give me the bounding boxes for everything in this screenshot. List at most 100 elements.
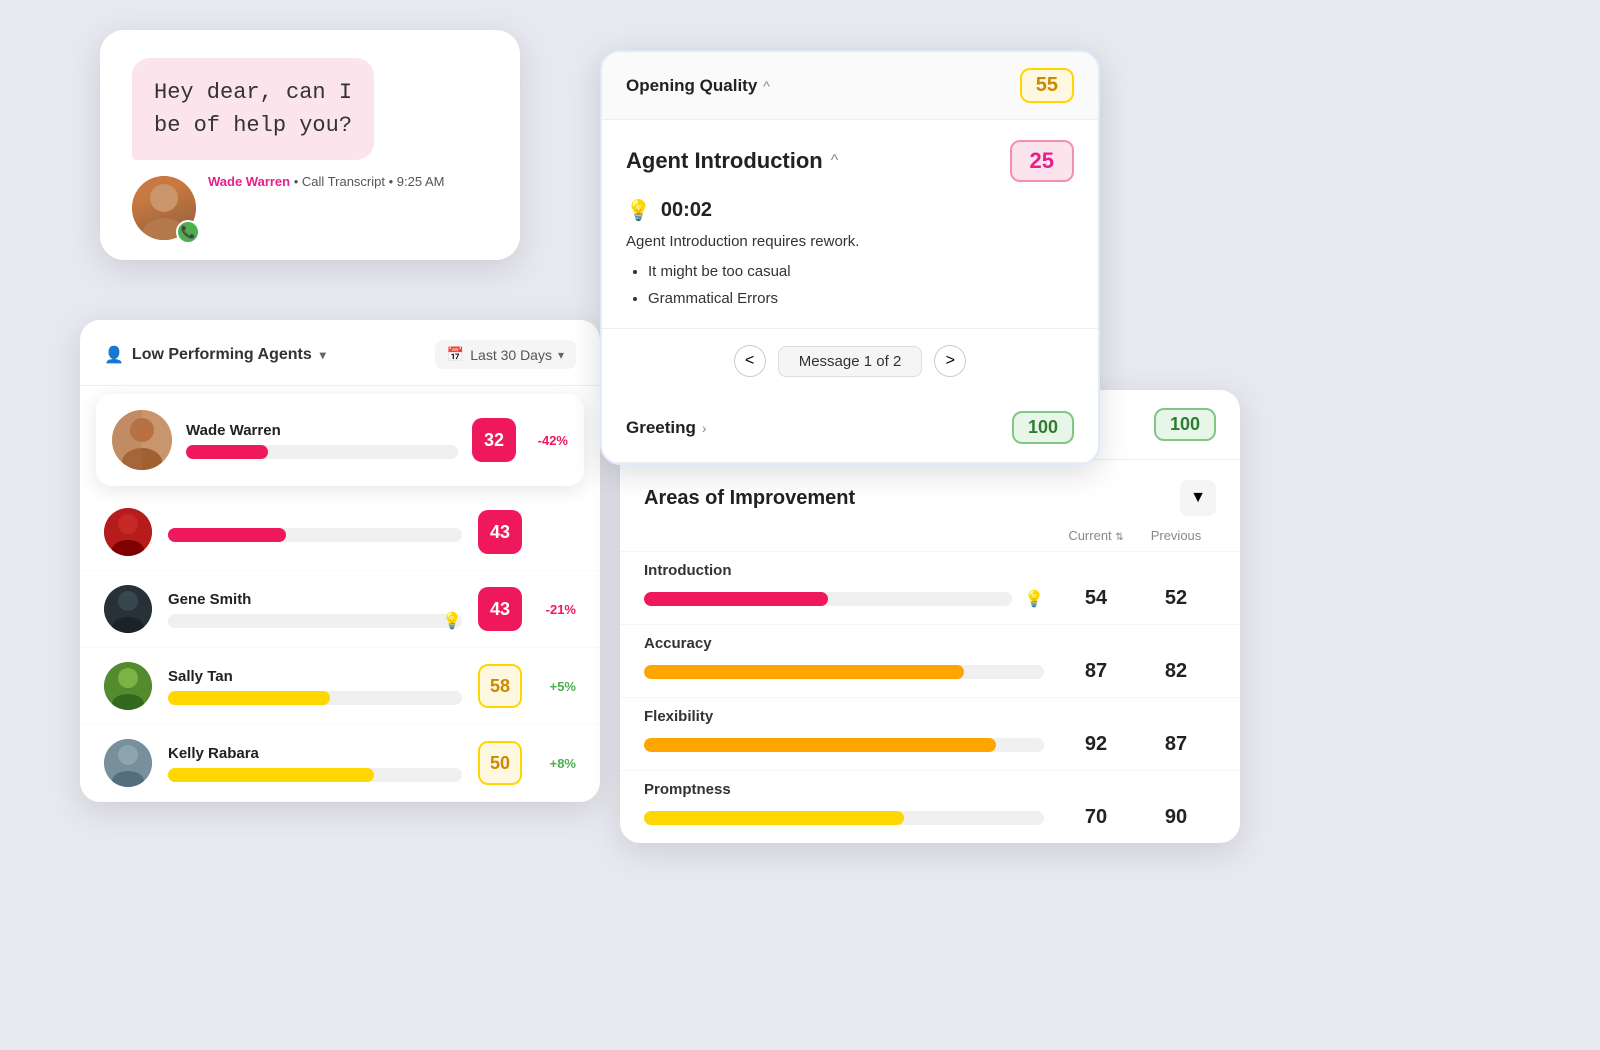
promptness-previous: 90 (1136, 806, 1216, 829)
promptness-current: 70 (1056, 806, 1136, 829)
promptness-values: 70 90 (1056, 806, 1216, 829)
promptness-bar-wrap (644, 811, 1044, 825)
intro-chevron-up[interactable]: ^ (831, 152, 839, 170)
intro-header: Agent Introduction ^ 25 (602, 120, 1098, 182)
intro-timestamp: 00:02 (661, 199, 712, 222)
accuracy-previous: 82 (1136, 660, 1216, 683)
chat-bubble-card: Hey dear, can I be of help you? 📞 Wade W… (100, 30, 520, 260)
rework-text: Agent Introduction requires rework. (626, 233, 1074, 250)
chat-bubble: Hey dear, can I be of help you? (132, 58, 374, 160)
transcript-label[interactable]: Call Transcript (302, 174, 385, 189)
chat-time: 9:25 AM (397, 174, 445, 189)
issue-item-1: It might be too casual (648, 258, 1074, 285)
col-headers: Current ⇅ Previous (620, 528, 1240, 551)
gene-score-badge: 43 (478, 587, 522, 631)
metric-bar-promptness: 70 90 (644, 806, 1216, 829)
nav-prev-button[interactable]: < (734, 345, 766, 377)
accuracy-bar-fill (644, 665, 964, 679)
calendar-icon: 📅 (447, 346, 464, 363)
areas-title: Areas of Improvement (644, 487, 855, 510)
intro-bar-wrap (644, 592, 1012, 606)
agent-name-link[interactable]: Wade Warren (208, 174, 290, 189)
agent-row-sally: Sally Tan 58 +5% (80, 648, 600, 725)
filter-icon: ▼ (1190, 489, 1206, 507)
metric-bar-flexibility: 92 87 (644, 733, 1216, 756)
intro-score: 25 (1010, 140, 1074, 182)
greeting-score: 100 (1012, 411, 1074, 444)
metric-name-introduction: Introduction (644, 562, 1216, 579)
wade-info: Wade Warren (186, 422, 458, 459)
col-current-label: Current (1068, 528, 1111, 543)
opening-quality-score: 55 (1020, 68, 1074, 103)
intro-current: 54 (1056, 587, 1136, 610)
greeting-chevron[interactable]: › (702, 420, 707, 436)
flexibility-bar-wrap (644, 738, 1044, 752)
filter-chevron[interactable]: ▾ (558, 348, 564, 362)
metric-name-accuracy: Accuracy (644, 635, 1216, 652)
sally-avatar (104, 662, 152, 710)
agents-filter-dropdown[interactable]: 📅 Last 30 Days ▾ (435, 340, 576, 369)
wade-score-badge: 32 (472, 418, 516, 462)
intro-previous: 52 (1136, 587, 1216, 610)
wade-name: Wade Warren (186, 422, 458, 439)
issue-item-2: Grammatical Errors (648, 285, 1074, 312)
agents-title-group[interactable]: 👤 Low Performing Agents ▾ (104, 345, 326, 365)
low-performing-agents-card: 👤 Low Performing Agents ▾ 📅 Last 30 Days… (80, 320, 600, 802)
intro-bulb-icon: 💡 (1024, 589, 1044, 609)
agents-title-chevron[interactable]: ▾ (320, 348, 326, 362)
intro-bar-fill (644, 592, 828, 606)
agent-row-wade[interactable]: Wade Warren 32 -42% (96, 394, 584, 486)
areas-greeting-score: 100 (1154, 408, 1216, 441)
message-nav: < Message 1 of 2 > (602, 328, 1098, 393)
agents-title: Low Performing Agents (132, 346, 312, 364)
wade-score-bar (186, 445, 268, 459)
col-current-header: Current ⇅ (1056, 528, 1136, 543)
sally-score-bar (168, 691, 330, 705)
sally-delta: +5% (538, 679, 576, 694)
metric-name-promptness: Promptness (644, 781, 1216, 798)
sally-name: Sally Tan (168, 668, 462, 685)
agent-row-kelly: Kelly Rabara 50 +8% (80, 725, 600, 802)
wade-delta: -42% (530, 433, 568, 448)
agent2-score-badge: 43 (478, 510, 522, 554)
agent-introduction-card: Opening Quality ^ 55 Agent Introduction … (600, 50, 1100, 465)
agent2-score-bar (168, 528, 286, 542)
kelly-info: Kelly Rabara (168, 745, 462, 782)
issue-list: It might be too casual Grammatical Error… (626, 258, 1074, 312)
flexibility-current: 92 (1056, 733, 1136, 756)
agent2-info (168, 522, 462, 542)
metric-bar-introduction: 💡 54 52 (644, 587, 1216, 610)
kelly-avatar (104, 739, 152, 787)
gene-name: Gene Smith (168, 591, 462, 608)
greeting-title: Greeting (626, 418, 696, 438)
person-icon: 👤 (104, 345, 124, 365)
sally-score-badge: 58 (478, 664, 522, 708)
intro-values: 54 52 (1056, 587, 1216, 610)
metric-bar-accuracy: 87 82 (644, 660, 1216, 683)
bubble-line1: Hey dear, can I (154, 80, 352, 105)
sort-icon: ⇅ (1115, 532, 1123, 543)
accuracy-values: 87 82 (1056, 660, 1216, 683)
flexibility-values: 92 87 (1056, 733, 1216, 756)
message-nav-text: Message 1 of 2 (778, 346, 923, 377)
gene-delta: -21% (538, 602, 576, 617)
gene-info: Gene Smith 💡 (168, 591, 462, 628)
filter-label: Last 30 Days (470, 347, 552, 363)
intro-title: Agent Introduction (626, 148, 823, 174)
accuracy-bar-wrap (644, 665, 1044, 679)
lightbulb-icon-intro: 💡 (626, 198, 651, 223)
agents-card-header: 👤 Low Performing Agents ▾ 📅 Last 30 Days… (80, 320, 600, 386)
gene-avatar (104, 585, 152, 633)
metric-row-introduction: Introduction 💡 54 52 (620, 551, 1240, 624)
intro-body: 💡 00:02 Agent Introduction requires rewo… (602, 182, 1098, 328)
chat-meta: Wade Warren • Call Transcript • 9:25 AM (208, 174, 488, 189)
kelly-delta: +8% (538, 756, 576, 771)
promptness-bar-fill (644, 811, 904, 825)
sally-info: Sally Tan (168, 668, 462, 705)
nav-next-button[interactable]: > (934, 345, 966, 377)
kelly-name: Kelly Rabara (168, 745, 462, 762)
agent2-avatar (104, 508, 152, 556)
wade-avatar (112, 410, 172, 470)
areas-filter-button[interactable]: ▼ (1180, 480, 1216, 516)
opening-quality-chevron: ^ (763, 78, 770, 94)
